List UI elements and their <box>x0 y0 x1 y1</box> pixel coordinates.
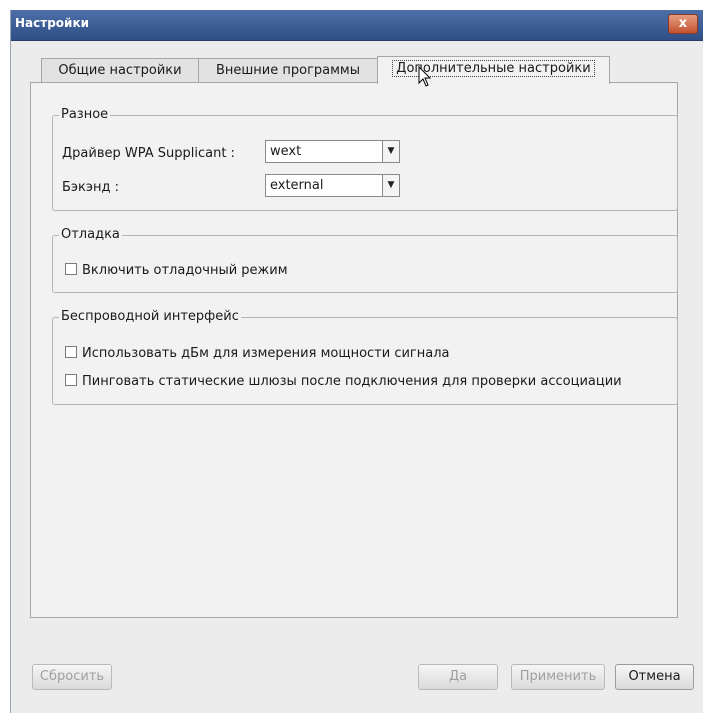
cancel-button[interactable]: Отмена <box>615 664 694 690</box>
debug-group: Отладка Включить отладочный режим <box>52 227 678 293</box>
debug-group-title: Отладка <box>59 227 122 242</box>
dbm-checkbox[interactable] <box>65 346 77 358</box>
close-icon: x <box>678 16 688 31</box>
ok-button-label: Да <box>448 669 468 684</box>
dbm-checkbox-row[interactable]: Использовать дБм для измерения мощности … <box>65 346 450 361</box>
wpa-driver-label: Драйвер WPA Supplicant : <box>62 146 235 161</box>
reset-button-label: Сбросить <box>39 669 105 684</box>
backend-select[interactable]: external ▼ <box>265 174 400 197</box>
ok-button[interactable]: Да <box>418 664 498 690</box>
backend-value: external <box>270 178 324 193</box>
tab-general-settings[interactable]: Общие настройки <box>41 58 199 83</box>
window-title: Настройки <box>15 16 90 30</box>
apply-button-label: Применить <box>519 669 597 684</box>
ping-gateways-checkbox-row[interactable]: Пинговать статические шлюзы после подклю… <box>65 374 622 389</box>
tab-external-programs[interactable]: Внешние программы <box>198 58 378 83</box>
cancel-button-label: Отмена <box>628 669 681 684</box>
dbm-label: Использовать дБм для измерения мощности … <box>82 346 450 361</box>
chevron-down-icon: ▼ <box>382 141 399 162</box>
misc-group: Разное Драйвер WPA Supplicant : wext ▼ Б… <box>52 107 678 211</box>
mouse-pointer-icon <box>418 66 432 87</box>
debug-mode-checkbox-row[interactable]: Включить отладочный режим <box>65 263 288 278</box>
wpa-driver-value: wext <box>270 144 302 159</box>
wireless-group-title: Беспроводной интерфейс <box>59 309 241 324</box>
debug-mode-checkbox[interactable] <box>65 263 77 275</box>
tab-label: Общие настройки <box>58 63 182 78</box>
ping-gateways-label: Пинговать статические шлюзы после подклю… <box>82 374 622 389</box>
wireless-group: Беспроводной интерфейс Использовать дБм … <box>52 309 678 405</box>
tab-label: Внешние программы <box>215 63 361 78</box>
misc-group-title: Разное <box>59 107 111 122</box>
close-button[interactable]: x <box>668 14 698 34</box>
apply-button[interactable]: Применить <box>511 664 605 690</box>
reset-button[interactable]: Сбросить <box>32 664 112 690</box>
chevron-down-icon: ▼ <box>382 175 399 196</box>
debug-mode-label: Включить отладочный режим <box>82 263 288 278</box>
wpa-driver-select[interactable]: wext ▼ <box>265 140 400 163</box>
tab-advanced-settings[interactable]: Дополнительные настройки <box>377 56 610 84</box>
title-bar[interactable]: Настройки x <box>11 10 703 41</box>
backend-label: Бэкэнд : <box>62 180 120 195</box>
ping-gateways-checkbox[interactable] <box>65 374 77 386</box>
tab-panel: Разное Драйвер WPA Supplicant : wext ▼ Б… <box>30 82 678 618</box>
